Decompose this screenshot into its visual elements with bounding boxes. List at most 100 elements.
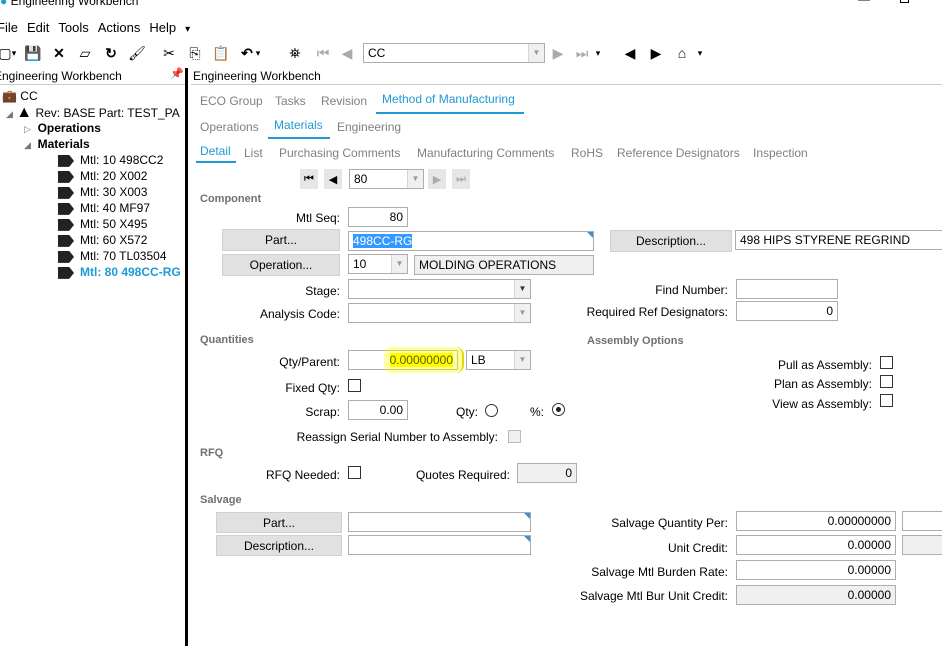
prev-item-icon[interactable]: ◀ bbox=[324, 169, 342, 189]
tab-inspection[interactable]: Inspection bbox=[753, 146, 808, 160]
nav-dropdown-icon[interactable]: ▾ bbox=[594, 44, 602, 62]
chevron-down-icon[interactable]: ▼ bbox=[514, 304, 530, 322]
tab-revision[interactable]: Revision bbox=[321, 94, 367, 108]
chevron-down-icon[interactable]: ▼ bbox=[514, 280, 530, 298]
collapse-icon[interactable]: ◢ bbox=[6, 109, 13, 119]
expand-icon[interactable]: ▷ bbox=[24, 124, 31, 134]
tab-tasks[interactable]: Tasks bbox=[275, 94, 306, 108]
cut-icon[interactable]: ✂ bbox=[160, 44, 178, 62]
tab-purchasing-comments[interactable]: Purchasing Comments bbox=[279, 146, 400, 160]
tab-materials[interactable]: Materials bbox=[274, 118, 323, 132]
percent-radio[interactable] bbox=[552, 403, 565, 416]
rfq-needed-checkbox[interactable] bbox=[348, 466, 361, 479]
last-item-icon[interactable]: ⏭ bbox=[452, 169, 470, 189]
home-icon[interactable]: ⌂ bbox=[673, 44, 691, 62]
operation-combo[interactable]: 10 ▼ bbox=[348, 254, 408, 274]
tree-material-item[interactable]: Mtl: 10 498CC2 bbox=[58, 153, 163, 167]
scrap-field[interactable]: 0.00 bbox=[348, 400, 408, 420]
salvage-qty-per-field[interactable]: 0.00000000 bbox=[736, 511, 896, 531]
copy-icon[interactable]: ⎘ bbox=[186, 44, 204, 62]
new-dropdown-icon[interactable]: ▾ bbox=[10, 44, 18, 62]
operation-button[interactable]: Operation... bbox=[222, 254, 340, 276]
mtl-seq-field[interactable]: 80 bbox=[348, 207, 408, 227]
tab-operations[interactable]: Operations bbox=[200, 120, 259, 134]
minimize-icon[interactable]: — bbox=[858, 0, 870, 6]
tree-material-item[interactable]: Mtl: 70 TL03504 bbox=[58, 249, 167, 263]
tree-root[interactable]: 💼 CC bbox=[2, 89, 38, 103]
pull-as-assembly-checkbox[interactable] bbox=[880, 356, 893, 369]
undo-dropdown-icon[interactable]: ▾ bbox=[254, 44, 262, 62]
record-search-combo[interactable]: CC ▼ bbox=[363, 43, 545, 63]
back-icon[interactable]: ◀ bbox=[621, 44, 639, 62]
item-nav-combo[interactable]: 80 ▼ bbox=[349, 169, 424, 189]
stage-combo[interactable]: ▼ bbox=[348, 279, 531, 299]
brush-icon[interactable]: 🖌 bbox=[128, 44, 146, 62]
first-item-icon[interactable]: ⏮ bbox=[300, 169, 318, 189]
salvage-qty-per-uom-field[interactable] bbox=[902, 511, 942, 531]
tree-material-item-selected[interactable]: Mtl: 80 498CC-RG bbox=[58, 265, 181, 279]
delete-icon[interactable]: ✕ bbox=[50, 44, 68, 62]
menu-file[interactable]: File bbox=[0, 20, 18, 35]
reassign-serial-checkbox[interactable] bbox=[508, 430, 521, 443]
tree-material-item[interactable]: Mtl: 40 MF97 bbox=[58, 201, 150, 215]
view-as-assembly-checkbox[interactable] bbox=[880, 394, 893, 407]
menu-tools[interactable]: Tools bbox=[58, 20, 88, 35]
tab-detail[interactable]: Detail bbox=[200, 144, 231, 158]
required-ref-designators-field[interactable]: 0 bbox=[736, 301, 838, 321]
tab-manufacturing-comments[interactable]: Manufacturing Comments bbox=[417, 146, 554, 160]
chevron-down-icon[interactable]: ▼ bbox=[391, 255, 407, 273]
tree-material-item[interactable]: Mtl: 60 X572 bbox=[58, 233, 147, 247]
maximize-icon[interactable] bbox=[900, 0, 909, 3]
burden-rate-field[interactable]: 0.00000 bbox=[736, 560, 896, 580]
find-number-field[interactable] bbox=[736, 279, 838, 299]
chevron-down-icon[interactable]: ▼ bbox=[514, 351, 530, 369]
tree-material-item[interactable]: Mtl: 30 X003 bbox=[58, 185, 147, 199]
salvage-part-field[interactable] bbox=[348, 512, 531, 532]
home-dropdown-icon[interactable]: ▾ bbox=[696, 44, 704, 62]
tab-list[interactable]: List bbox=[244, 146, 263, 160]
salvage-description-field[interactable] bbox=[348, 535, 531, 555]
part-button[interactable]: Part... bbox=[222, 229, 340, 251]
paste-icon[interactable]: 📋 bbox=[212, 44, 230, 62]
description-button[interactable]: Description... bbox=[610, 230, 732, 252]
tree-material-item[interactable]: Mtl: 20 X002 bbox=[58, 169, 147, 183]
tab-reference-designators[interactable]: Reference Designators bbox=[617, 146, 740, 160]
tree-material-item[interactable]: Mtl: 50 X495 bbox=[58, 217, 147, 231]
tree-rev[interactable]: ◢ ▲ Rev: BASE Part: TEST_PA bbox=[6, 104, 180, 122]
tab-rohs[interactable]: RoHS bbox=[571, 146, 603, 160]
quotes-required-field[interactable]: 0 bbox=[517, 463, 577, 483]
tree-materials[interactable]: ◢ Materials bbox=[24, 137, 90, 151]
refresh-icon[interactable]: ↻ bbox=[102, 44, 120, 62]
prev-record-icon[interactable]: ◀ bbox=[338, 44, 356, 62]
first-record-icon[interactable]: ⏮ bbox=[314, 44, 332, 62]
salvage-part-button[interactable]: Part... bbox=[216, 512, 342, 533]
binoculars-icon[interactable]: ⛯ bbox=[286, 44, 304, 62]
tab-engineering[interactable]: Engineering bbox=[337, 120, 401, 134]
save-icon[interactable]: 💾 bbox=[24, 44, 42, 62]
salvage-description-button[interactable]: Description... bbox=[216, 535, 342, 556]
menu-edit[interactable]: Edit bbox=[27, 20, 49, 35]
pin-icon[interactable]: 📌 bbox=[170, 67, 184, 80]
analysis-code-combo[interactable]: ▼ bbox=[348, 303, 531, 323]
clear-icon[interactable]: ▱ bbox=[76, 44, 94, 62]
description-field[interactable]: 498 HIPS STYRENE REGRIND bbox=[735, 230, 942, 250]
tree-operations[interactable]: ▷ Operations bbox=[24, 121, 101, 135]
fixed-qty-checkbox[interactable] bbox=[348, 379, 361, 392]
forward-icon[interactable]: ▶ bbox=[647, 44, 665, 62]
unit-credit-field[interactable]: 0.00000 bbox=[736, 535, 896, 555]
chevron-down-icon[interactable]: ▼ bbox=[528, 44, 544, 62]
menu-help[interactable]: Help bbox=[149, 20, 176, 35]
plan-as-assembly-checkbox[interactable] bbox=[880, 375, 893, 388]
next-record-icon[interactable]: ▶ bbox=[549, 44, 567, 62]
last-record-icon[interactable]: ⏭ bbox=[573, 44, 591, 62]
menu-overflow-icon[interactable]: ▾ bbox=[185, 24, 190, 35]
uom-combo[interactable]: LB ▼ bbox=[466, 350, 531, 370]
chevron-down-icon[interactable]: ▼ bbox=[407, 170, 423, 188]
tab-method-of-manufacturing[interactable]: Method of Manufacturing bbox=[382, 92, 515, 106]
part-field[interactable]: 498CC-RG bbox=[348, 231, 594, 251]
qty-radio[interactable] bbox=[485, 404, 498, 417]
pane-splitter[interactable] bbox=[185, 68, 188, 646]
collapse-icon[interactable]: ◢ bbox=[24, 140, 31, 150]
tab-eco-group[interactable]: ECO Group bbox=[200, 94, 263, 108]
next-item-icon[interactable]: ▶ bbox=[428, 169, 446, 189]
